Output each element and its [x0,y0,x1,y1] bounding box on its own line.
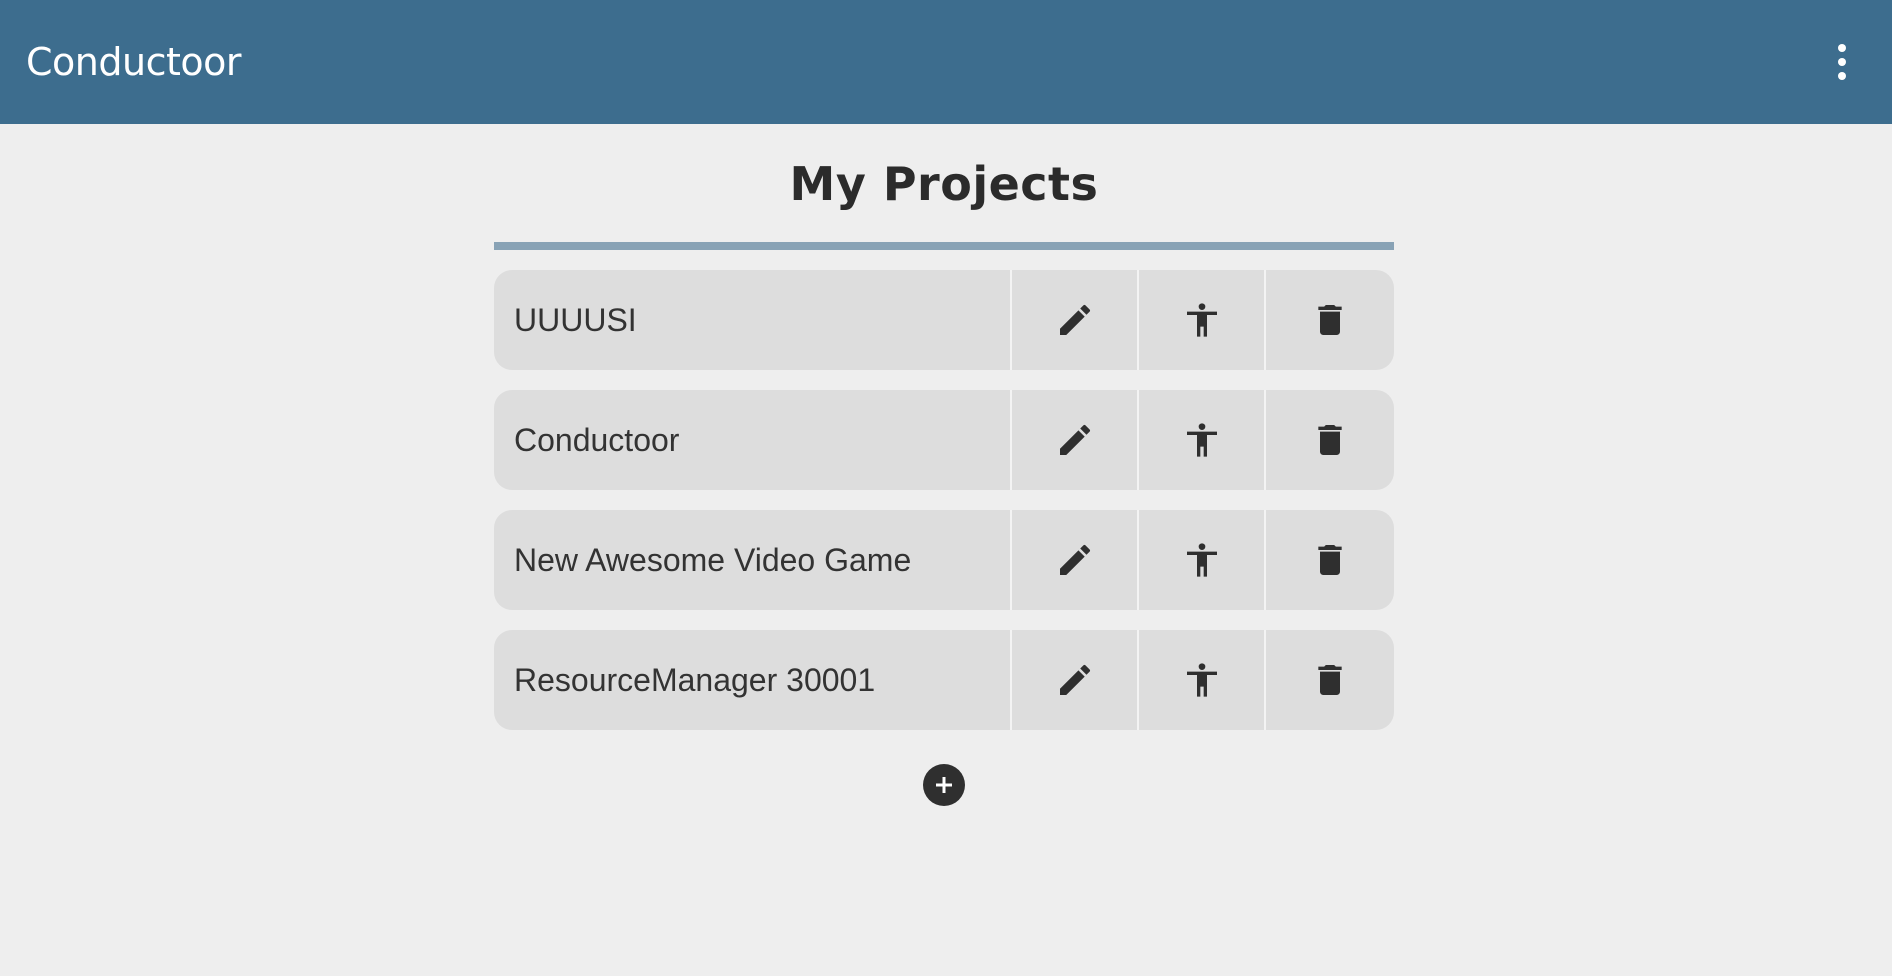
delete-icon [1318,305,1342,335]
manage-members-button[interactable] [1139,270,1266,370]
manage-members-button[interactable] [1139,630,1266,730]
delete-project-button[interactable] [1266,270,1394,370]
edit-project-button[interactable] [1012,630,1139,730]
add-project-wrap [494,764,1394,806]
more-options-button[interactable] [1822,32,1862,92]
project-list: UUUUSI Conductoor New Awesome Video Game… [494,270,1394,730]
edit-project-button[interactable] [1012,390,1139,490]
accessibility-icon [1186,423,1217,457]
project-row: ResourceManager 30001 [494,630,1394,730]
delete-project-button[interactable] [1266,390,1394,490]
edit-icon [1059,544,1090,575]
accessibility-icon [1186,663,1217,697]
edit-project-button[interactable] [1012,270,1139,370]
project-name[interactable]: New Awesome Video Game [494,510,1012,610]
delete-project-button[interactable] [1266,630,1394,730]
project-row: New Awesome Video Game [494,510,1394,610]
add-project-button[interactable] [923,764,965,806]
projects-panel: My Projects UUUUSI Conductoor New Awesom… [494,124,1394,806]
project-name[interactable]: UUUUSI [494,270,1012,370]
manage-members-button[interactable] [1139,510,1266,610]
edit-icon [1059,424,1090,455]
add-circle-icon [936,777,952,793]
project-name[interactable]: Conductoor [494,390,1012,490]
accessibility-icon [1186,543,1217,577]
project-row: UUUUSI [494,270,1394,370]
edit-icon [1059,304,1090,335]
delete-icon [1318,425,1342,455]
edit-icon [1059,664,1090,695]
project-name[interactable]: ResourceManager 30001 [494,630,1012,730]
more-vert-icon-dot [1838,58,1846,66]
project-row: Conductoor [494,390,1394,490]
delete-icon [1318,545,1342,575]
more-vert-icon [1838,44,1846,52]
delete-project-button[interactable] [1266,510,1394,610]
edit-project-button[interactable] [1012,510,1139,610]
app-bar: Conductoor [0,0,1892,124]
page-title: My Projects [789,157,1099,211]
accessibility-icon [1186,303,1217,337]
manage-members-button[interactable] [1139,390,1266,490]
app-title: Conductoor [26,40,241,84]
delete-icon [1318,665,1342,695]
more-vert-icon-dot [1838,72,1846,80]
